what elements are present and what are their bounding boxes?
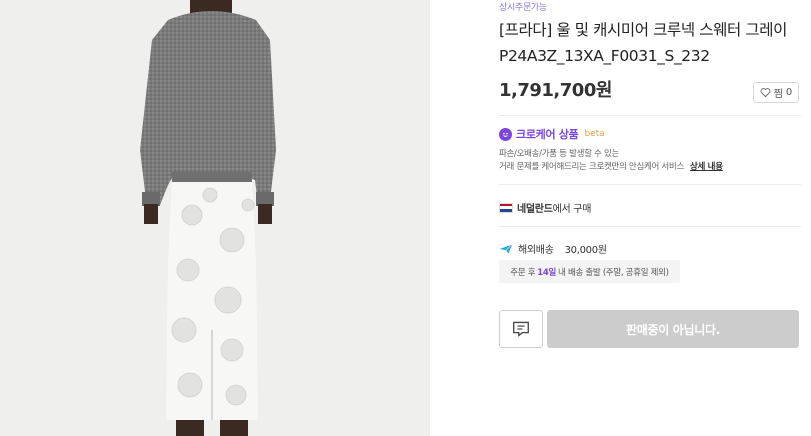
origin-country: 네덜란드 (517, 204, 553, 215)
product-price: 1,791,700원 (499, 80, 612, 101)
care-details-link[interactable]: 상세 내용 (690, 162, 723, 172)
eta-days: 14일 (537, 267, 557, 278)
eta-prefix: 주문 후 (510, 267, 536, 278)
care-desc-line2: 거래 문제를 케어해드리는 크로켓만의 안심케어 서비스 (499, 162, 684, 172)
origin-suffix: 에서 구매 (552, 204, 592, 215)
product-photo-illustration (0, 0, 430, 436)
like-button[interactable]: 찜 0 (753, 82, 799, 103)
care-description: 파손/오배송/가품 등 발생할 수 있는 거래 문제를 케어해드리는 크로켓만의… (499, 148, 723, 174)
chat-button[interactable] (499, 310, 543, 348)
chat-icon (513, 321, 529, 337)
netherlands-flag-icon (499, 202, 513, 213)
product-title: [프라다] 울 및 캐시미어 크루넥 스웨터 그레이 P24A3Z_13XA_F… (499, 21, 787, 65)
heart-icon (760, 88, 771, 98)
like-count: 0 (785, 87, 793, 98)
like-label: 찜 (773, 89, 783, 100)
divider (499, 226, 801, 227)
shipping-info: 해외배송 30,000원 (499, 241, 607, 256)
care-title: 크로케어 상품 (516, 128, 579, 141)
shipping-fee: 30,000원 (564, 245, 607, 256)
care-header: 크로케어 상품 beta (499, 126, 605, 142)
airplane-icon (499, 243, 513, 254)
product-image[interactable] (0, 0, 430, 436)
delivery-eta: 주문 후 14일 내 배송 출발 (주말, 공휴일 제외) (499, 260, 680, 283)
beta-badge: beta (584, 129, 605, 139)
divider (499, 115, 801, 116)
shipping-label: 해외배송 (518, 245, 554, 256)
eta-suffix: 내 배송 출발 (주말, 공휴일 제외) (558, 267, 669, 278)
care-desc-line1: 파손/오배송/가품 등 발생할 수 있는 (499, 149, 620, 159)
smile-badge-icon (499, 127, 512, 141)
availability-label: 상시주문가능 (499, 3, 547, 13)
not-for-sale-button[interactable]: 판매중이 아닙니다. (547, 310, 799, 348)
product-info-panel: 상시주문가능 [프라다] 울 및 캐시미어 크루넥 스웨터 그레이 P24A3Z… (499, 0, 801, 436)
purchase-origin: 네덜란드에서 구매 (499, 200, 591, 215)
divider (499, 184, 801, 185)
